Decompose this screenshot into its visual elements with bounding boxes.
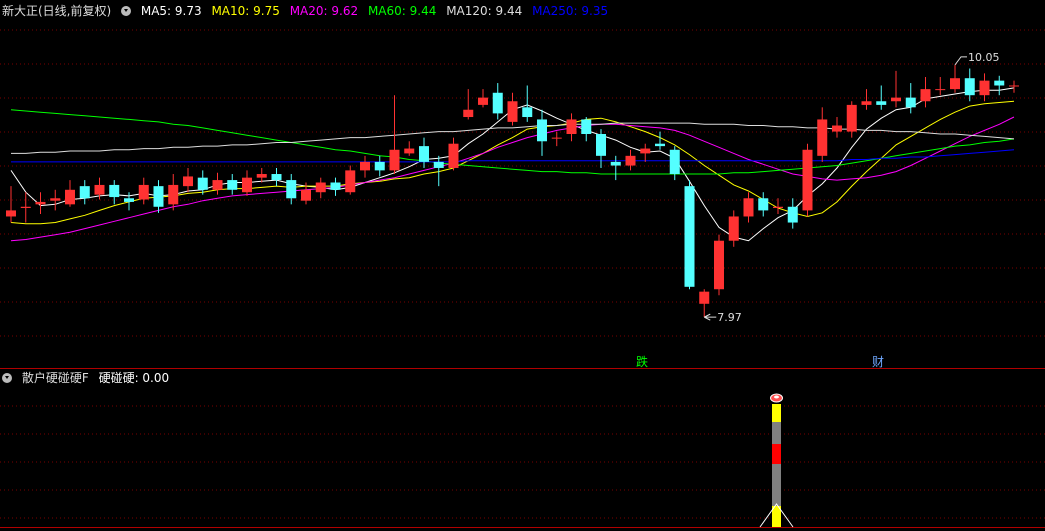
candle-body [994,80,1005,86]
candle-body [537,119,547,142]
chart-canvas: 10.05 7.97 跌 财 [0,29,1045,528]
candle-body [463,109,474,118]
candle-body [212,180,223,190]
candle-body [669,149,680,175]
candle-body [891,97,901,102]
ma20-line [10,116,1015,242]
candle-body [478,97,488,105]
candle-body [566,119,577,134]
candle-body [197,177,208,190]
candle-body [79,186,90,199]
candle-body [374,161,385,171]
candle-body [65,189,75,205]
candle-body [743,198,754,217]
candle-body [773,206,783,208]
candle-body [714,240,724,290]
ma60-label: MA60: 9.44 [367,4,437,18]
ma120-line [11,122,1015,154]
candle-body [522,107,533,118]
candle-body [404,148,415,154]
candle-body [301,189,311,201]
candle-body [242,177,252,193]
candle-body [758,198,769,211]
candle-body [50,198,61,201]
indicator-value: 硬碰硬: 0.00 [98,371,170,385]
candle-body [419,146,429,162]
indicator-segment-gray [772,464,781,506]
candle-body [1009,85,1019,87]
low-price-label: 7.97 [717,311,742,324]
candle-body [861,101,872,105]
high-price-label: 10.05 [968,51,1000,64]
ma5-label: MA5: 9.73 [140,4,202,18]
candle-body [94,184,105,195]
candle-body [964,78,975,96]
low-annotation-arrow [704,313,717,321]
marker-cai: 财 [872,355,884,369]
candle-body [950,78,960,90]
indicator-title: 散户硬碰硬F [21,371,89,385]
chart-title: 新大正(日线,前复权) [2,4,112,18]
candle-body [153,186,164,207]
candle-body [389,149,400,171]
ma10-label: MA10: 9.75 [211,4,280,18]
candle-body [935,89,946,91]
candle-body [492,92,503,114]
ma250-line [11,149,1015,163]
ma20-label: MA20: 9.62 [289,4,359,18]
candle-body [345,170,356,193]
candle-body [271,174,282,181]
candle-body [168,184,179,205]
indicator-panel-header: 散户硬碰硬F 硬碰硬: 0.00 [2,370,175,386]
candle-body [227,180,238,190]
candle-body [581,119,592,134]
candle-body [640,148,651,154]
indicator-segment-gray [772,422,781,444]
marker-die: 跌 [636,354,648,369]
candle-body [315,182,326,193]
candle-body [684,186,695,287]
ma120-label: MA120: 9.44 [446,4,523,18]
candle-body [846,104,857,132]
candle-body [124,198,134,202]
candle-body [551,137,562,139]
candle-body [802,149,813,211]
candle-body [876,101,887,105]
ma250-label: MA250: 9.35 [532,4,609,18]
candle-body [330,182,341,190]
candle-body [256,174,267,178]
indicator-segment-red [772,444,781,464]
candle-body [905,97,916,108]
candle-body [507,101,518,122]
candle-body [787,206,798,223]
candle-body [183,176,193,187]
indicator-cap-highlight [774,395,779,399]
candle-body [625,155,636,166]
price-panel-header: 新大正(日线,前复权) MA5: 9.73 MA10: 9.75 MA20: 9… [2,3,614,19]
candle-body [20,206,31,208]
candle-body [109,184,120,198]
candle-body [596,134,606,156]
candle-body [286,180,297,199]
candle-body [979,80,990,96]
ma-settings-dropdown-icon[interactable] [121,6,132,16]
candle-body [35,201,46,205]
candle-body [817,119,828,156]
indicator-segment-yellow-top [772,404,781,422]
candle-body [920,89,931,102]
candle-body [728,216,739,241]
candle-body [433,161,444,168]
candle-body [6,210,16,217]
stock-chart-window: 10.05 7.97 跌 财 新大正(日线,前复权) MA5: 9.73 MA10: … [0,0,1045,531]
candle-body [655,143,665,147]
candle-body [832,125,842,132]
candle-body [360,161,370,171]
candle-body [138,184,149,200]
candle-body [610,161,621,166]
candle-body [699,291,710,304]
indicator-dropdown-icon[interactable] [2,373,12,383]
candle-body [448,143,459,168]
